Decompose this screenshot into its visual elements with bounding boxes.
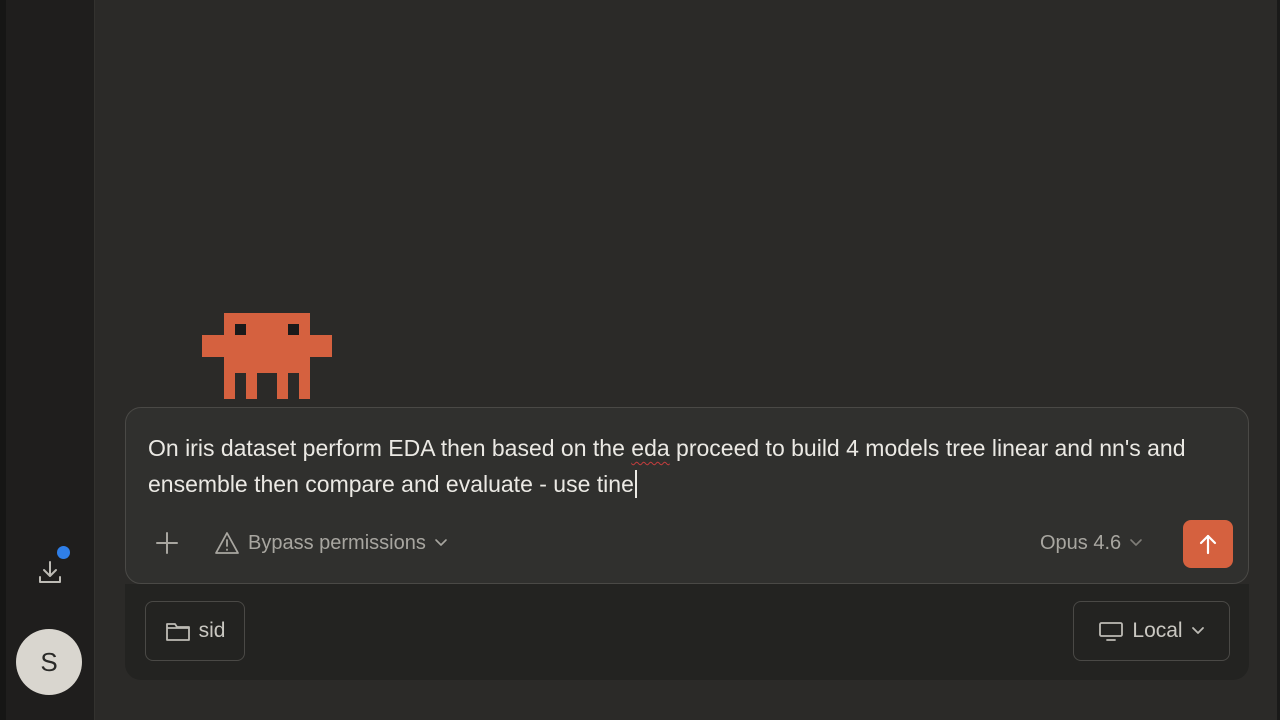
project-bar: sid Local xyxy=(125,584,1249,680)
folder-icon xyxy=(165,623,190,641)
chevron-down-icon xyxy=(435,539,447,546)
folder-button[interactable]: sid xyxy=(145,601,245,661)
monitor-icon xyxy=(1099,622,1124,641)
environment-selector[interactable]: Local xyxy=(1073,601,1230,661)
mascot-icon xyxy=(202,313,332,399)
chevron-down-icon xyxy=(1191,627,1204,634)
prompt-text-misspelled: eda xyxy=(631,435,670,461)
avatar[interactable]: S xyxy=(16,629,82,695)
chevron-down-icon xyxy=(1130,539,1142,546)
add-attachment-button[interactable] xyxy=(150,526,184,560)
prompt-text-start: On iris dataset perform EDA then based o… xyxy=(148,435,632,461)
warning-icon xyxy=(215,532,239,554)
environment-label: Local xyxy=(1132,619,1183,642)
model-label: Opus 4.6 xyxy=(1040,531,1122,554)
sidebar: S xyxy=(0,0,95,720)
send-button[interactable] xyxy=(1183,520,1233,568)
permissions-label: Bypass permissions xyxy=(248,531,426,554)
prompt-input[interactable]: On iris dataset perform EDA then based o… xyxy=(148,430,1228,502)
download-icon xyxy=(39,561,61,583)
notification-badge xyxy=(57,546,70,559)
text-cursor xyxy=(634,470,637,498)
arrow-up-icon xyxy=(1199,534,1217,555)
folder-label: sid xyxy=(198,619,226,642)
permissions-selector[interactable]: Bypass permissions xyxy=(214,526,448,560)
avatar-initial: S xyxy=(40,646,58,677)
model-selector[interactable]: Opus 4.6 xyxy=(1040,526,1143,560)
chat-composer[interactable]: On iris dataset perform EDA then based o… xyxy=(125,407,1249,584)
plus-icon xyxy=(156,532,178,554)
